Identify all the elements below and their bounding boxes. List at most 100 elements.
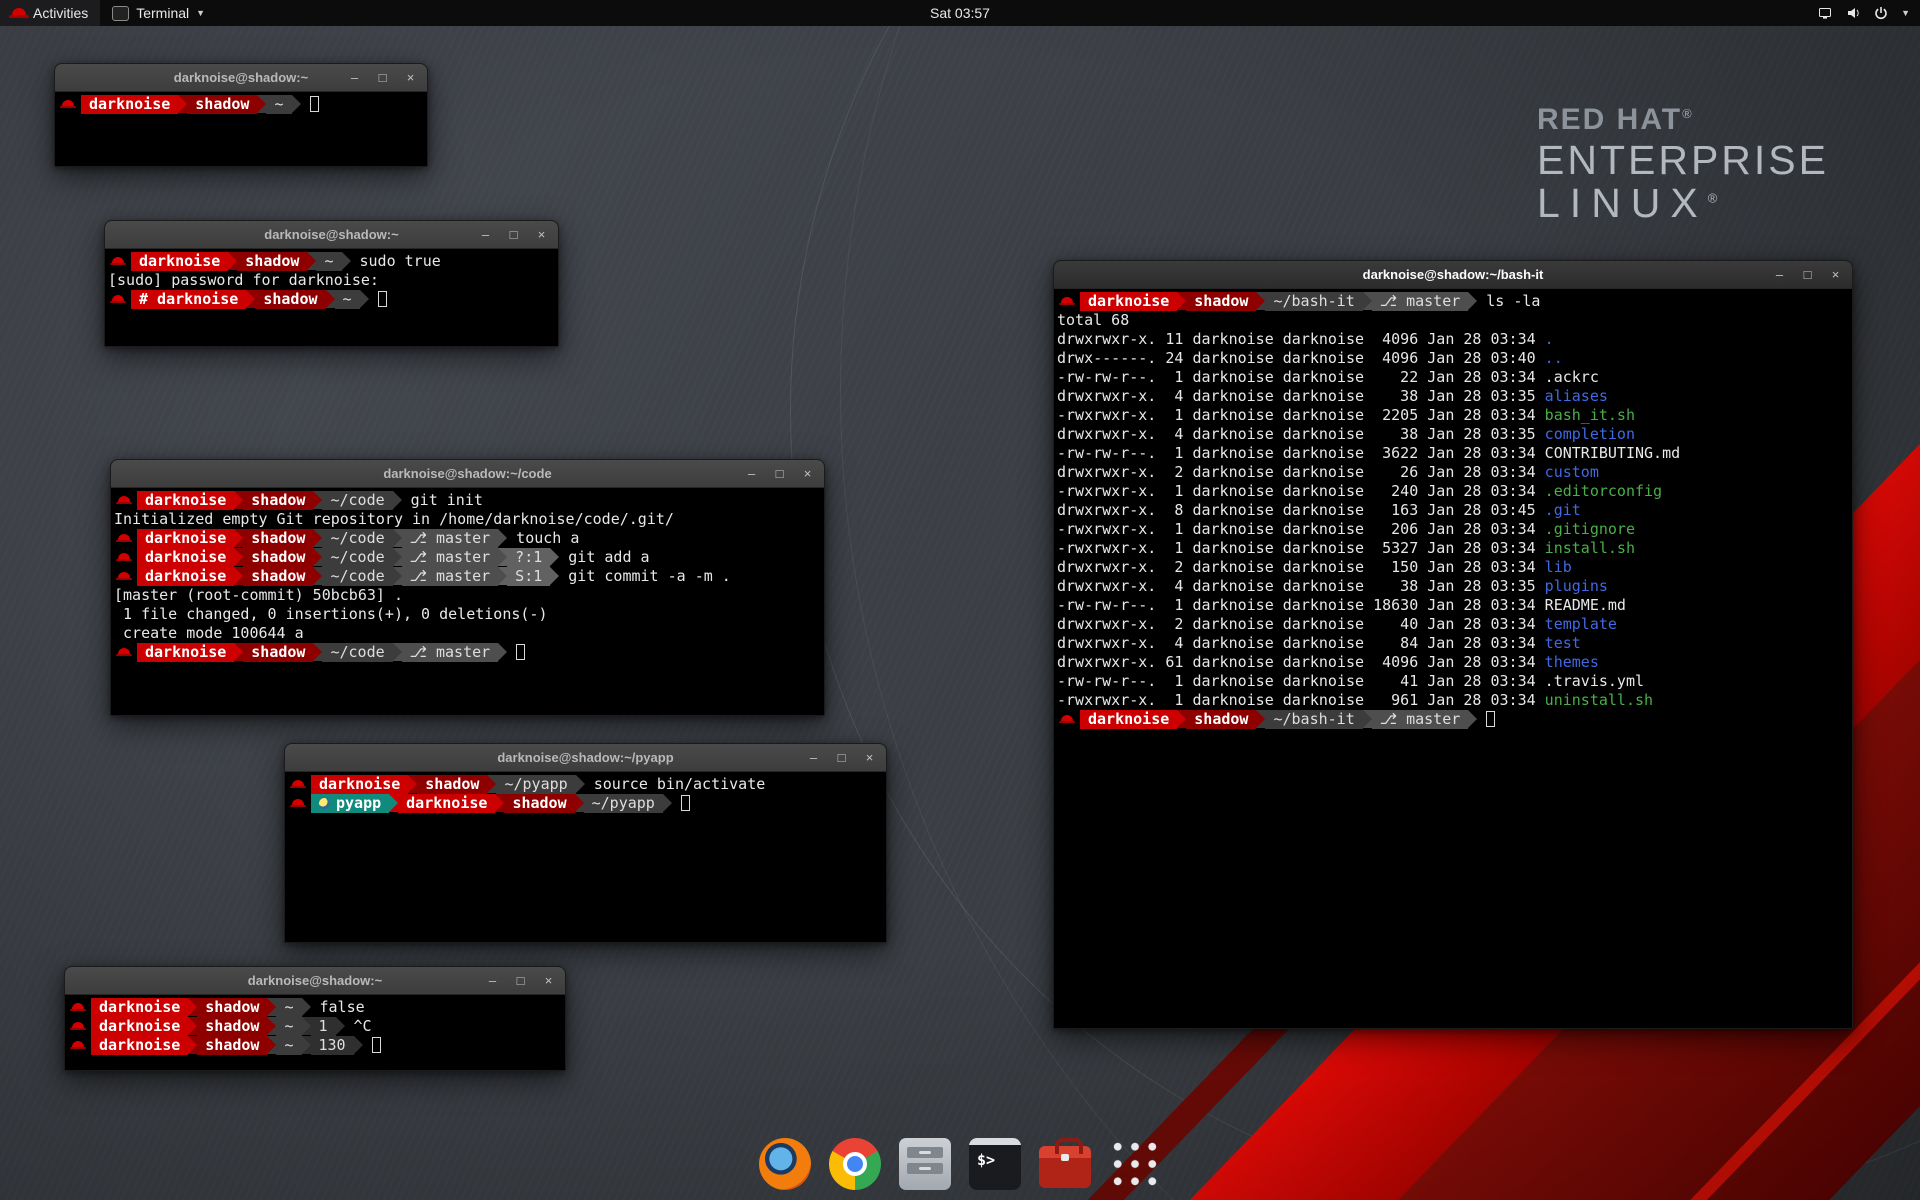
window-title: darknoise@shadow:~/bash-it [1054, 267, 1852, 282]
command-text: ls -la [1477, 292, 1540, 310]
prompt-segment: darknoise [1080, 292, 1177, 311]
window-minimize-button[interactable]: – [745, 467, 758, 480]
window-maximize-button[interactable]: □ [1801, 268, 1814, 281]
dock-item-toolbox[interactable] [1037, 1136, 1093, 1192]
powerline-separator-icon [487, 775, 496, 793]
dock-item-files[interactable] [897, 1136, 953, 1192]
window-close-button[interactable]: × [863, 751, 876, 764]
terminal-cursor [310, 96, 319, 112]
powerline-separator-icon [354, 1036, 363, 1054]
terminal-window: darknoise@shadow:~–□×darknoiseshadow~fal… [64, 966, 566, 1071]
file-name: .. [1545, 349, 1563, 367]
activities-button[interactable]: Activities [0, 0, 100, 26]
redhat-icon [112, 295, 124, 303]
window-titlebar[interactable]: darknoise@shadow:~/code–□× [111, 460, 824, 488]
terminal-line: -rw-rw-r--. 1 darknoise darknoise 18630 … [1057, 596, 1850, 615]
output-text: drwxrwxr-x. 4 darknoise darknoise 38 Jan… [1057, 387, 1545, 405]
volume-icon[interactable] [1845, 5, 1861, 21]
terminal-line: -rw-rw-r--. 1 darknoise darknoise 22 Jan… [1057, 368, 1850, 387]
redhat-icon [1061, 715, 1073, 723]
window-maximize-button[interactable]: □ [376, 71, 389, 84]
powerline-separator-icon [1256, 710, 1265, 728]
window-maximize-button[interactable]: □ [507, 228, 520, 241]
prompt-segment: ⎇ master [402, 548, 499, 567]
window-controls: – □ × [348, 71, 417, 84]
window-close-button[interactable]: × [1829, 268, 1842, 281]
window-maximize-button[interactable]: □ [835, 751, 848, 764]
powerline-separator-icon [234, 643, 243, 661]
power-icon[interactable] [1873, 5, 1889, 21]
prompt-segment: shadow [243, 548, 313, 567]
window-minimize-button[interactable]: – [1773, 268, 1786, 281]
terminal-line: total 68 [1057, 311, 1850, 330]
powerline-separator-icon [267, 998, 276, 1016]
terminal-content[interactable]: darknoiseshadow~sudo true[sudo] password… [105, 249, 558, 346]
powerline-separator-icon [313, 491, 322, 509]
command-text: git init [402, 491, 483, 509]
app-menu-terminal[interactable]: Terminal ▼ [100, 0, 217, 26]
clock-label[interactable]: Sat 03:57 [930, 5, 990, 21]
file-name: uninstall.sh [1545, 691, 1653, 709]
terminal-line: darknoiseshadow~/code⎇ master [114, 643, 822, 662]
output-text: .ackrc [1545, 368, 1599, 386]
output-text: -rw-rw-r--. 1 darknoise darknoise 3622 J… [1057, 444, 1545, 462]
powerline-separator-icon [1177, 710, 1186, 728]
window-titlebar[interactable]: darknoise@shadow:~/pyapp–□× [285, 744, 886, 772]
terminal-line: darknoiseshadow~130 [68, 1036, 563, 1055]
screen-icon[interactable] [1817, 5, 1833, 21]
window-controls: – □ × [807, 751, 876, 764]
dock-item-chrome[interactable] [827, 1136, 883, 1192]
window-titlebar[interactable]: darknoise@shadow:~–□× [65, 967, 565, 995]
redhat-icon [72, 1003, 84, 1011]
terminal-line: drwxrwxr-x. 4 darknoise darknoise 38 Jan… [1057, 387, 1850, 406]
terminal-content[interactable]: darknoiseshadow~falsedarknoiseshadow~1^C… [65, 995, 565, 1070]
output-text: drwxrwxr-x. 4 darknoise darknoise 38 Jan… [1057, 425, 1545, 443]
powerline-separator-icon [495, 794, 504, 812]
terminal-content[interactable]: darknoiseshadow~/bash-it⎇ master ls -lato… [1054, 289, 1852, 1028]
terminal-content[interactable]: darknoiseshadow~/pyappsource bin/activat… [285, 772, 886, 942]
window-maximize-button[interactable]: □ [514, 974, 527, 987]
terminal-line: darknoiseshadow~/pyappsource bin/activat… [288, 775, 884, 794]
terminal-content[interactable]: darknoiseshadow~/codegit initInitialized… [111, 488, 824, 715]
terminal-line: pyappdarknoiseshadow~/pyapp [288, 794, 884, 813]
dock-item-firefox[interactable] [757, 1136, 813, 1192]
caret-down-icon[interactable]: ▼ [1901, 8, 1910, 18]
terminal-line: drwxrwxr-x. 2 darknoise darknoise 26 Jan… [1057, 463, 1850, 482]
prompt-segment: shadow [197, 998, 267, 1017]
redhat-icon [118, 534, 130, 542]
window-minimize-button[interactable]: – [807, 751, 820, 764]
window-titlebar[interactable]: darknoise@shadow:~/bash-it– □ × [1054, 261, 1852, 289]
dock-item-terminal[interactable]: $> [967, 1136, 1023, 1192]
prompt-segment: shadow [243, 567, 313, 586]
output-text: drwxrwxr-x. 8 darknoise darknoise 163 Ja… [1057, 501, 1545, 519]
window-close-button[interactable]: × [535, 228, 548, 241]
powerline-separator-icon [576, 775, 585, 793]
file-name: install.sh [1545, 539, 1635, 557]
terminal-line: -rwxrwxr-x. 1 darknoise darknoise 5327 J… [1057, 539, 1850, 558]
terminal-content[interactable]: darknoiseshadow~ [55, 92, 427, 166]
terminal-line: darknoiseshadow~/bash-it⎇ master [1057, 710, 1850, 729]
powerline-separator-icon [1177, 292, 1186, 310]
window-titlebar[interactable]: darknoise@shadow:~–□× [105, 221, 558, 249]
prompt-segment: ~/bash-it [1265, 292, 1362, 311]
window-minimize-button[interactable]: – [348, 71, 361, 84]
powerline-separator-icon [575, 794, 584, 812]
window-close-button[interactable]: × [404, 71, 417, 84]
powerline-separator-icon [663, 794, 672, 812]
window-minimize-button[interactable]: – [479, 228, 492, 241]
output-text: drwxrwxr-x. 4 darknoise darknoise 38 Jan… [1057, 577, 1545, 595]
window-titlebar[interactable]: darknoise@shadow:~–□× [55, 64, 427, 92]
output-text: -rw-rw-r--. 1 darknoise darknoise 18630 … [1057, 596, 1545, 614]
window-minimize-button[interactable]: – [486, 974, 499, 987]
terminal-cursor [516, 644, 525, 660]
terminal-window: darknoise@shadow:~/code–□×darknoiseshado… [110, 459, 825, 716]
window-close-button[interactable]: × [542, 974, 555, 987]
prompt-segment: pyapp [311, 794, 389, 813]
terminal-line: drwxrwxr-x. 4 darknoise darknoise 38 Jan… [1057, 577, 1850, 596]
dock-item-app-grid[interactable] [1107, 1136, 1163, 1192]
window-maximize-button[interactable]: □ [773, 467, 786, 480]
terminal-line: drwxrwxr-x. 8 darknoise darknoise 163 Ja… [1057, 501, 1850, 520]
terminal-line: darknoiseshadow~/codegit init [114, 491, 822, 510]
terminal-line: -rw-rw-r--. 1 darknoise darknoise 41 Jan… [1057, 672, 1850, 691]
window-close-button[interactable]: × [801, 467, 814, 480]
